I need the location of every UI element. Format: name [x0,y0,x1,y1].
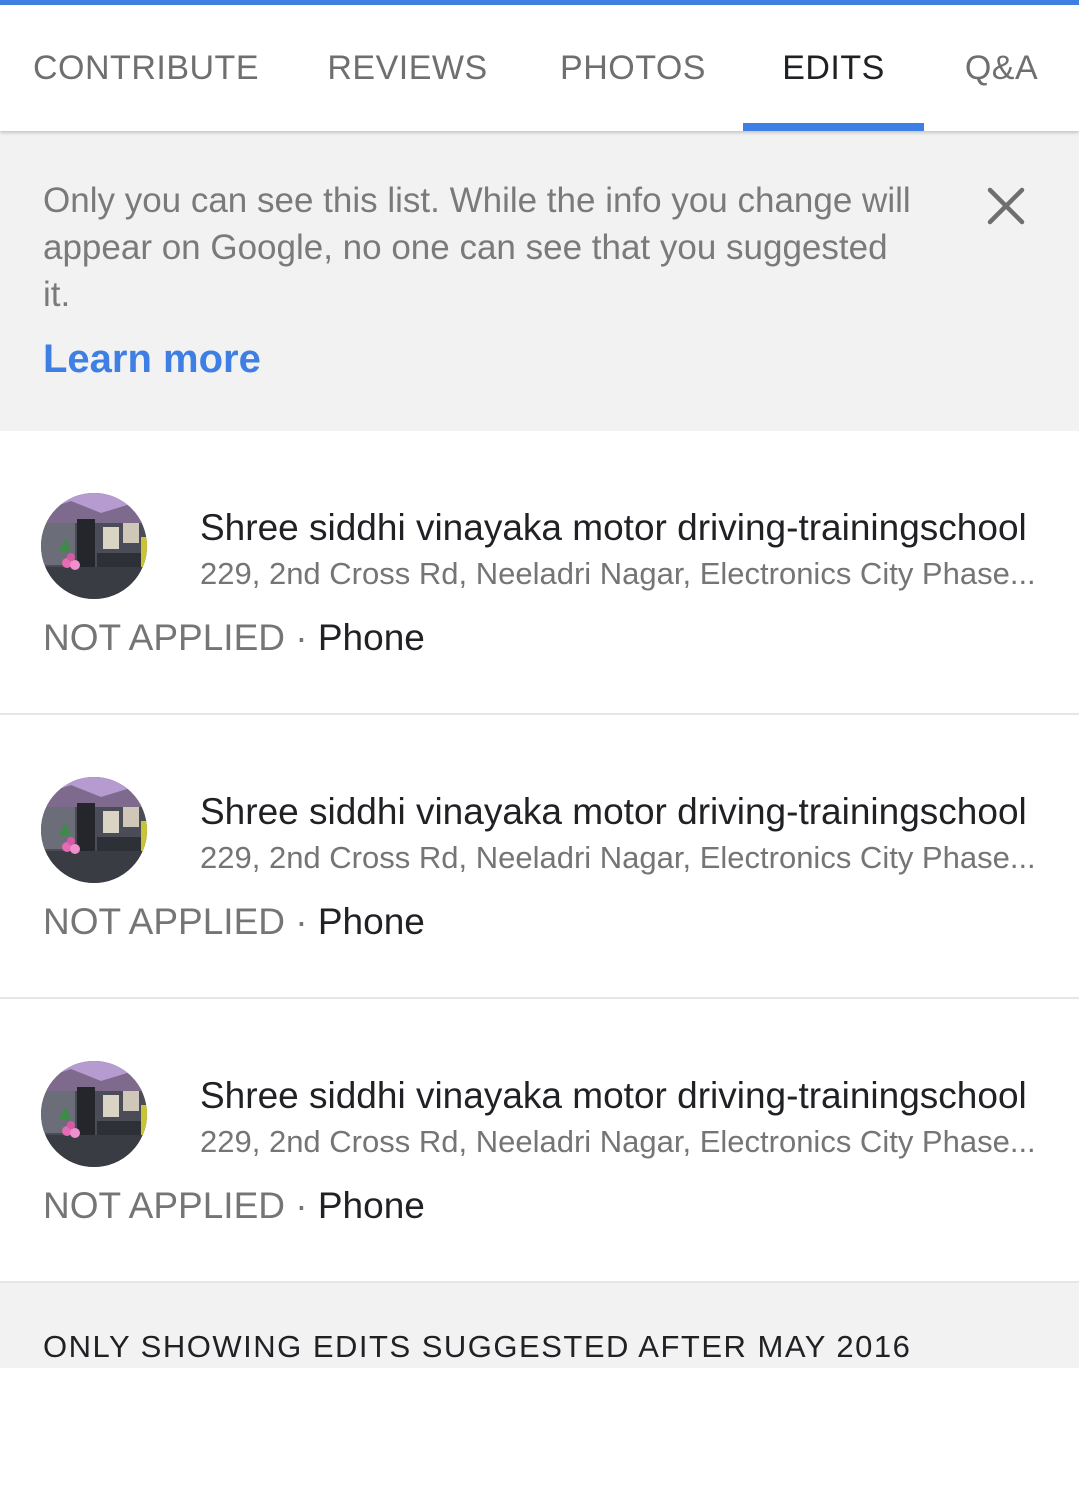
tab-reviews[interactable]: REVIEWS [292,5,523,131]
tab-photos[interactable]: PHOTOS [523,5,743,131]
learn-more-link[interactable]: Learn more [43,337,261,382]
edit-status-line: NOT APPLIED · Phone [43,1185,425,1227]
edit-status-line: NOT APPLIED · Phone [43,617,425,659]
edits-list: Shree siddhi vinayaka motor driving-trai… [0,431,1079,1283]
place-photo-avatar [41,777,147,883]
tab-edits[interactable]: EDITS [743,5,924,131]
place-address: 229, 2nd Cross Rd, Neeladri Nagar, Elect… [200,556,1036,591]
footer-note: ONLY SHOWING EDITS SUGGESTED AFTER MAY 2… [43,1329,912,1364]
list-item[interactable]: Shree siddhi vinayaka motor driving-trai… [0,431,1079,715]
close-icon[interactable] [982,182,1030,230]
tab-contribute[interactable]: CONTRIBUTE [0,5,292,131]
privacy-notice-banner: Only you can see this list. While the in… [0,131,1079,431]
place-address: 229, 2nd Cross Rd, Neeladri Nagar, Elect… [200,1124,1036,1159]
edited-field: Phone [317,1185,425,1226]
place-photo-avatar [41,493,147,599]
tab-qa[interactable]: Q&A [924,5,1079,131]
notice-text: Only you can see this list. While the in… [43,181,911,314]
place-name: Shree siddhi vinayaka motor driving-trai… [200,791,1027,832]
edited-field: Phone [317,901,425,942]
edit-status-line: NOT APPLIED · Phone [43,901,425,943]
tab-bar: CONTRIBUTE REVIEWS PHOTOS EDITS Q&A [0,5,1079,131]
footer-banner: ONLY SHOWING EDITS SUGGESTED AFTER MAY 2… [0,1283,1079,1368]
place-name: Shree siddhi vinayaka motor driving-trai… [200,507,1027,548]
list-item[interactable]: Shree siddhi vinayaka motor driving-trai… [0,715,1079,999]
place-photo-avatar [41,1061,147,1167]
edited-field: Phone [317,617,425,658]
edit-status: NOT APPLIED [43,901,285,942]
place-address: 229, 2nd Cross Rd, Neeladri Nagar, Elect… [200,840,1036,875]
list-item[interactable]: Shree siddhi vinayaka motor driving-trai… [0,999,1079,1283]
place-name: Shree siddhi vinayaka motor driving-trai… [200,1075,1027,1116]
separator-dot: · [295,1185,318,1226]
active-tab-indicator [743,123,924,131]
separator-dot: · [295,617,318,658]
edit-status: NOT APPLIED [43,1185,285,1226]
separator-dot: · [295,901,318,942]
edit-status: NOT APPLIED [43,617,285,658]
